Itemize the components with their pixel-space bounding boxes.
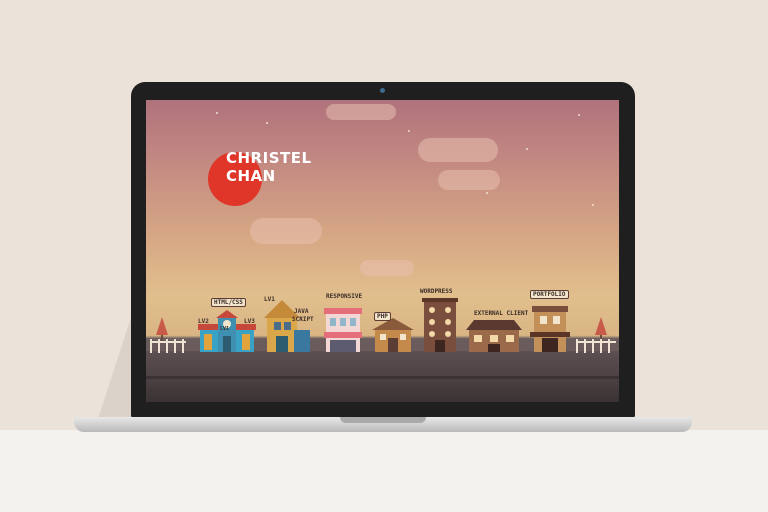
star — [592, 204, 594, 206]
tree-icon — [156, 317, 168, 335]
star — [266, 122, 268, 124]
house-portfolio[interactable]: PORTFOLIO — [530, 290, 570, 352]
star — [408, 130, 410, 132]
label-wordpress: WORDPRESS — [420, 288, 453, 295]
house-external-client[interactable]: EXTERNAL CLIENT — [466, 310, 528, 352]
label-lv1: LV1 — [264, 296, 275, 303]
sign-html-css: HTML/CSS — [211, 298, 246, 307]
logo-text[interactable]: CHRISTEL CHAN — [226, 149, 312, 185]
laptop-screen: CHRISTEL CHAN HTML/CSS LV2 LV3 LV1 LV1 J… — [146, 100, 619, 402]
house-javascript[interactable]: LV1 JAVA SCRIPT — [264, 296, 314, 352]
desk-surface — [0, 430, 768, 512]
cloud — [418, 138, 498, 162]
label-script: SCRIPT — [292, 316, 314, 323]
cloud — [438, 170, 500, 190]
laptop-notch — [340, 417, 426, 423]
label-java: JAVA — [294, 308, 309, 315]
logo-line-2: CHAN — [226, 167, 276, 185]
label-lv1: LV1 — [220, 326, 230, 332]
star — [216, 112, 218, 114]
cloud — [326, 104, 396, 120]
cloud — [250, 218, 322, 244]
camera-icon — [380, 88, 385, 93]
house-external-client-icon — [466, 320, 522, 352]
cloud — [360, 260, 414, 276]
star — [578, 114, 580, 116]
house-php-icon — [372, 318, 414, 352]
label-external-client: EXTERNAL CLIENT — [474, 310, 529, 317]
house-portfolio-icon — [530, 306, 570, 352]
house-wordpress-icon — [422, 298, 458, 352]
house-php[interactable]: PHP — [372, 312, 414, 352]
sign-portfolio: PORTFOLIO — [530, 290, 569, 299]
star — [486, 192, 488, 194]
tree-icon — [595, 317, 607, 335]
house-responsive-icon — [324, 308, 362, 352]
sign-php: PHP — [374, 312, 391, 321]
label-lv3: LV3 — [244, 318, 255, 325]
fence — [576, 339, 616, 353]
house-html-css[interactable]: HTML/CSS LV2 LV3 LV1 — [198, 298, 256, 352]
house-wordpress[interactable]: WORDPRESS — [420, 288, 458, 352]
label-lv2: LV2 — [198, 318, 209, 325]
logo-line-1: CHRISTEL — [226, 149, 312, 167]
road — [146, 376, 619, 379]
fence — [150, 339, 186, 353]
star — [526, 148, 528, 150]
house-responsive[interactable]: RESPONSIVE — [322, 293, 364, 352]
label-responsive: RESPONSIVE — [326, 293, 363, 300]
